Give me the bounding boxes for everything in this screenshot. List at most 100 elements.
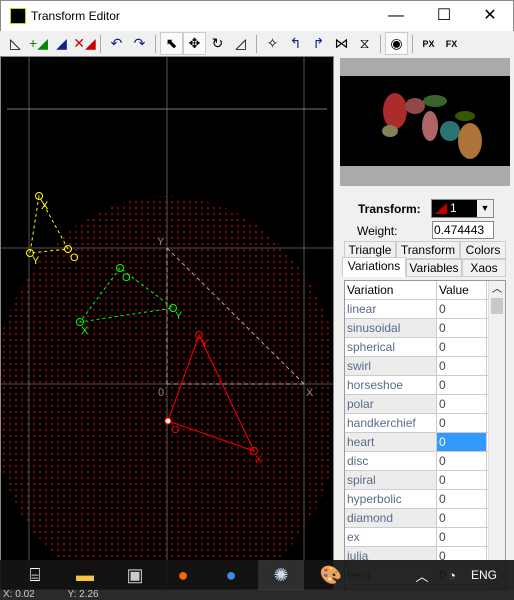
new-transform-button[interactable]: ◺ [4,32,27,55]
triangle-3-o-label: O [70,252,79,264]
redo-button[interactable]: ↷ [128,32,151,55]
paint-icon[interactable]: 🎨 [308,560,354,590]
variation-value[interactable]: 0 [437,452,487,470]
table-row[interactable]: hyperbolic 0 [345,490,505,509]
table-row[interactable]: diamond 0 [345,509,505,528]
triangle-2-o-label: O [122,272,131,284]
delete-transform-button[interactable]: ✕◢ [73,32,96,55]
weight-input[interactable]: 0.474443 [432,221,494,239]
flip-horizontal-button[interactable]: ⋈ [330,32,353,55]
table-scrollbar[interactable]: ︿ [488,281,505,589]
wifi-icon[interactable]: ◔ [440,560,464,590]
window-title: Transform Editor [31,9,120,23]
table-row[interactable]: heart 0 [345,433,505,452]
table-row[interactable]: handkerchief 0 [345,414,505,433]
rotate-left-icon: ↰ [289,35,302,51]
table-row[interactable]: linear 0 [345,300,505,319]
undo-icon: ↶ [110,35,123,51]
table-header[interactable]: Variation Value [345,281,505,300]
file-explorer-icon[interactable]: ▬ [62,560,108,590]
triangle-3[interactable] [26,192,72,257]
new-transform-icon: ◺ [10,35,21,51]
apophysis-icon[interactable]: ✺ [258,560,304,590]
variation-value[interactable]: 0 [437,414,487,432]
table-row[interactable]: polar 0 [345,395,505,414]
thunderbird-icon[interactable]: ● [208,560,254,590]
language-indicator[interactable]: ENG [466,560,502,590]
toolbar-separator [256,34,257,53]
variation-value[interactable]: 0 [437,528,487,546]
rotate-button[interactable]: ↻ [206,32,229,55]
select-button[interactable]: ⬉ [160,32,183,55]
close-button[interactable]: ✕ [467,1,513,31]
transform-select[interactable]: 1 ▼ [431,199,494,218]
variation-value[interactable]: 0 [437,395,487,413]
undo-button[interactable]: ↶ [105,32,128,55]
variation-value[interactable]: 0 [437,490,487,508]
toolbar-separator [155,34,156,53]
variation-value[interactable]: 0 [437,357,487,375]
variation-name: diamond [345,509,437,527]
table-row[interactable]: swirl 0 [345,357,505,376]
toolbar-separator [100,34,101,53]
move-icon: ✥ [188,35,201,51]
app-icon [10,8,26,24]
transform-canvas[interactable]: 0 X Y X Y O O X Y Y O X [0,56,334,590]
tab-colors[interactable]: Colors [460,241,506,259]
table-row[interactable]: spherical 0 [345,338,505,357]
table-row[interactable]: horseshoe 0 [345,376,505,395]
variation-value[interactable]: 0 [437,376,487,394]
rotate-icon: ↻ [211,35,224,51]
duplicate-transform-button[interactable]: ◢ [50,32,73,55]
variation-name: sinusoidal [345,319,437,337]
rotate-right-button[interactable]: ↱ [307,32,330,55]
triangle-1-y-label: Y [201,338,209,350]
show-variation-preview-button[interactable]: ◉ [385,32,408,55]
variation-value[interactable]: 0 [437,319,487,337]
variation-value[interactable]: 0 [437,471,487,489]
reset-button[interactable]: ✧ [261,32,284,55]
task-view-icon[interactable]: ⌸ [12,560,58,590]
scale-button[interactable]: ◿ [229,32,252,55]
tab-xaos[interactable]: Xaos [462,259,506,277]
table-row[interactable]: disc 0 [345,452,505,471]
reset-icon: ✧ [266,35,279,51]
table-row[interactable]: sinusoidal 0 [345,319,505,338]
triangle-2-x-label: X [81,325,89,337]
scroll-up-icon[interactable]: ︿ [489,281,505,298]
rotate-left-button[interactable]: ↰ [284,32,307,55]
media-app-icon[interactable]: ▣ [112,560,158,590]
add-transform-button[interactable]: +◢ [27,32,50,55]
variation-value[interactable]: 0 [437,300,487,318]
table-row[interactable]: spiral 0 [345,471,505,490]
duplicate-transform-icon: ◢ [56,35,67,51]
post-transform-button[interactable]: PX [417,32,440,55]
chevron-down-icon[interactable]: ▼ [477,200,493,217]
tab-variations[interactable]: Variations [342,257,406,277]
tab-variables[interactable]: Variables [406,259,462,277]
variation-value[interactable]: 0 [437,433,487,451]
minimize-button[interactable]: — [373,1,419,31]
toolbar: ◺ +◢ ◢ ✕◢ ↶ ↷ ⬉ ✥ ↻ ◿ ✧ ↰ ↱ ⋈ ⧖ ◉ PX FX [0,31,514,56]
variation-name: heart [345,433,437,451]
triangle-2-y-label: Y [175,310,183,322]
firefox-icon[interactable]: ● [160,560,206,590]
variation-name: hyperbolic [345,490,437,508]
variation-name: handkerchief [345,414,437,432]
maximize-button[interactable]: ☐ [421,1,467,31]
variation-name: swirl [345,357,437,375]
taskbar: ⌸ ▬ ▣ ● ● ✺ 🎨 ︿ ◔ ENG [0,560,514,590]
x-axis-label: X [306,387,314,399]
variation-value[interactable]: 0 [437,338,487,356]
triangle-1-o-label: O [171,424,180,436]
scroll-thumb[interactable] [491,298,503,314]
table-row[interactable]: ex 0 [345,528,505,547]
flip-vertical-button[interactable]: ⧖ [353,32,376,55]
side-panel: Transform: 1 ▼ Weight: 0.474443 Triangle… [338,56,514,590]
status-x: X: 0.02 [3,589,35,600]
tray-chevron-up-icon[interactable]: ︿ [410,560,434,590]
add-post-transform-button[interactable]: FX [440,32,463,55]
move-button[interactable]: ✥ [183,32,206,55]
variation-value[interactable]: Value [437,281,487,299]
variation-value[interactable]: 0 [437,509,487,527]
